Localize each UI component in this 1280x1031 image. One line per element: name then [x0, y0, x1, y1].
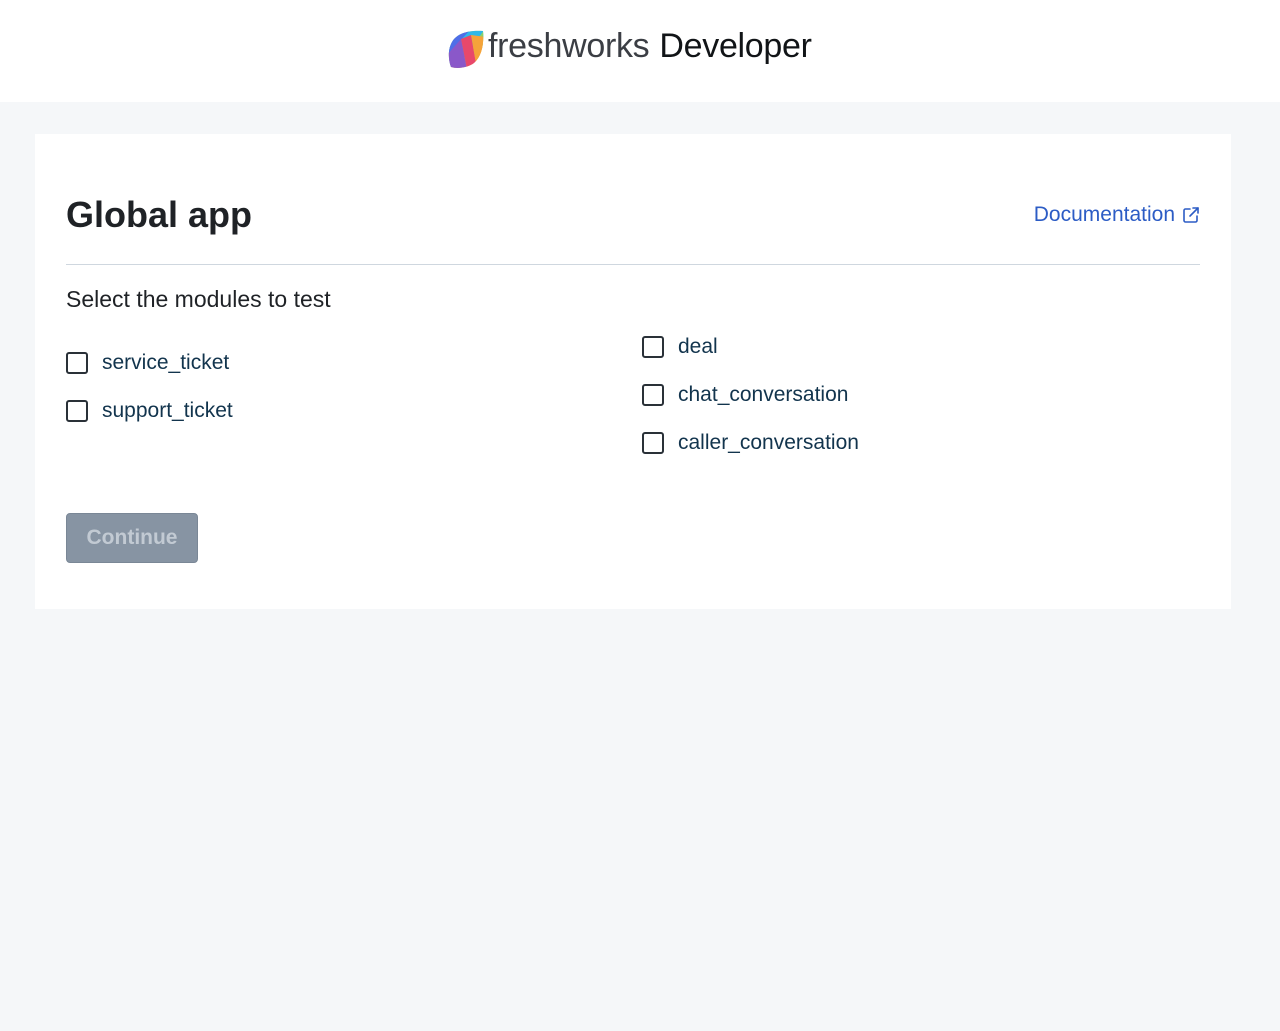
top-header: freshworks Developer [0, 0, 1280, 102]
module-label: chat_conversation [678, 383, 849, 406]
continue-button[interactable]: Continue [66, 513, 198, 563]
module-checkbox[interactable] [642, 384, 664, 406]
documentation-link[interactable]: Documentation [1034, 202, 1200, 228]
external-link-icon [1183, 207, 1199, 223]
page-title: Global app [66, 194, 253, 235]
module-checkbox[interactable] [642, 336, 664, 358]
module-option-caller-conversation[interactable]: caller_conversation [642, 431, 859, 455]
brand-logo[interactable]: freshworks Developer [447, 22, 812, 70]
modules-column-left: service_ticket support_ticket [66, 351, 233, 423]
module-checkbox[interactable] [66, 352, 88, 374]
module-label: support_ticket [102, 399, 233, 422]
module-checkbox[interactable] [66, 400, 88, 422]
brand-suffix: Developer [659, 27, 812, 65]
modules-column-right: deal chat_conversation caller_conversati… [642, 335, 859, 455]
module-label: service_ticket [102, 351, 230, 374]
modules-heading: Select the modules to test [66, 286, 331, 312]
module-option-chat-conversation[interactable]: chat_conversation [642, 383, 859, 407]
documentation-link-label: Documentation [1033, 203, 1175, 226]
global-app-card: Global app Documentation Select the modu… [35, 134, 1231, 609]
header-divider [66, 264, 1200, 265]
module-option-deal[interactable]: deal [642, 335, 859, 359]
module-label: deal [678, 335, 718, 358]
module-label: caller_conversation [678, 431, 859, 454]
brand-name: freshworks [488, 27, 650, 65]
module-option-service-ticket[interactable]: service_ticket [66, 351, 233, 375]
module-option-support-ticket[interactable]: support_ticket [66, 399, 233, 423]
module-checkbox[interactable] [642, 432, 664, 454]
freshworks-logo-icon [448, 30, 484, 68]
